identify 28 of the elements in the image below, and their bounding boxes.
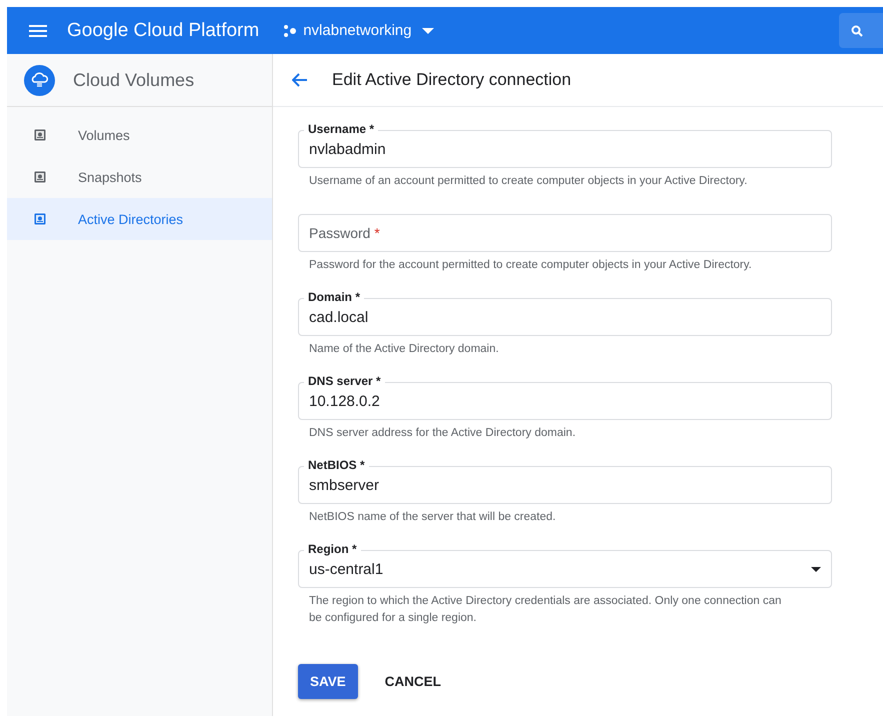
helper-text: NetBIOS name of the server that will be created. <box>308 510 557 525</box>
save-button[interactable]: SAVE <box>298 664 358 699</box>
search-button[interactable] <box>839 13 883 48</box>
disk-icon <box>34 129 46 141</box>
helper-text: The region to which the Active Directory credentials are associated. Only one connection can be configured for a single region. <box>308 594 782 626</box>
nodes-icon <box>283 24 298 36</box>
sidebar-item[interactable]: Snapshots <box>7 156 272 198</box>
page-title: Edit Active Directory connection <box>332 70 572 90</box>
back-arrow-icon[interactable] <box>292 73 308 87</box>
menu-icon[interactable] <box>29 24 47 36</box>
input-field[interactable]: Password * <box>298 214 832 252</box>
sidebar-item[interactable]: Volumes <box>7 114 272 156</box>
helper-text: Password for the account permitted to create computer objects in your Active Directory. <box>308 258 753 273</box>
project-selector[interactable]: nvlabnetworking <box>283 22 434 39</box>
cancel-button[interactable]: CANCEL <box>374 664 452 699</box>
helper-text: Username of an account permitted to create computer objects in your Active Directory. <box>308 174 748 189</box>
caret-icon <box>422 28 434 34</box>
helper-text: Name of the Active Directory domain. <box>308 342 500 357</box>
disk-icon <box>34 171 46 183</box>
cloud-volume-icon <box>24 64 55 96</box>
product-title: Cloud Volumes <box>73 70 194 90</box>
search-icon <box>851 24 863 36</box>
dropdown-arrow-icon <box>811 566 821 572</box>
app-title[interactable]: Google Cloud Platform <box>67 20 260 42</box>
helper-text: DNS server address for the Active Directory domain. <box>308 426 577 441</box>
sidebar-item[interactable]: Active Directories <box>7 198 272 240</box>
disk-icon <box>34 213 46 225</box>
field-label: Region * <box>304 542 361 557</box>
